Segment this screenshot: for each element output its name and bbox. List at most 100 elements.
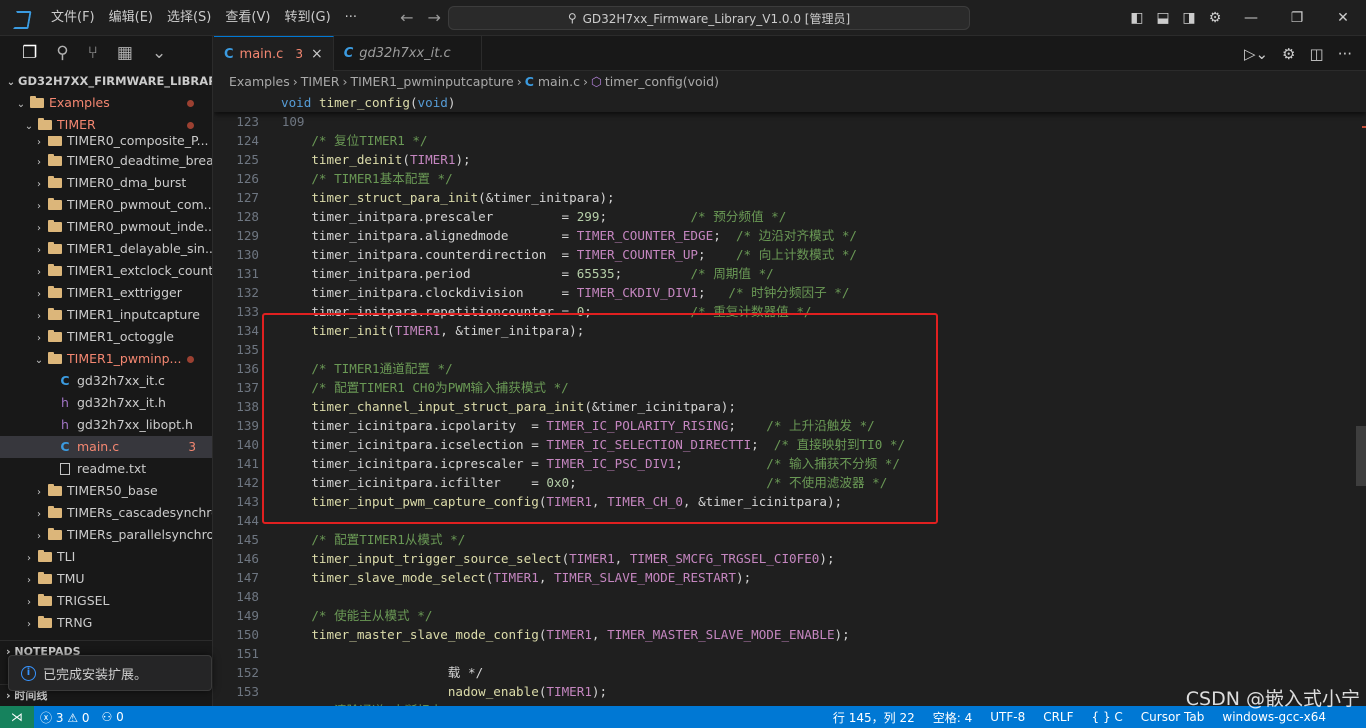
code-line[interactable]: 131 timer_initpara.period = 65535; /* 周期… — [214, 264, 1366, 283]
tree-folder[interactable]: › TIMER1_exttrigger — [0, 282, 212, 304]
tab-main-c[interactable]: C main.c 3 × — [214, 36, 334, 71]
tree-folder[interactable]: › TIMER0_dma_burst — [0, 172, 212, 194]
tree-folder[interactable]: › TIMER1_inputcapture — [0, 304, 212, 326]
tree-file[interactable]: readme.txt — [0, 458, 212, 480]
code-line[interactable]: 147 timer_slave_mode_select(TIMER1, TIME… — [214, 568, 1366, 587]
tree-folder[interactable]: › TMU — [0, 568, 212, 590]
end-of-line[interactable]: CRLF — [1037, 710, 1085, 724]
tree-folder[interactable]: › TIMER0_composite_P... — [0, 136, 212, 150]
more-actions-icon[interactable]: ··· — [1338, 45, 1352, 63]
settings-gear-icon[interactable]: ⚙ — [1282, 45, 1295, 63]
code-line[interactable]: 125 timer_deinit(TIMER1); — [214, 150, 1366, 169]
menu-edit[interactable]: 编辑(E) — [102, 0, 160, 36]
breadcrumb-item[interactable]: Examples — [229, 74, 290, 89]
tree-folder-open[interactable]: ⌄ TIMER1_pwminp... — [0, 348, 212, 370]
search-view-icon[interactable]: ⚲ — [56, 43, 68, 63]
code-line[interactable]: 127 timer_struct_para_init(&timer_initpa… — [214, 188, 1366, 207]
close-window-button[interactable]: ✕ — [1320, 0, 1366, 36]
code-line[interactable]: 130 timer_initpara.counterdirection = TI… — [214, 245, 1366, 264]
tree-file[interactable]: h gd32h7xx_it.h — [0, 392, 212, 414]
command-center[interactable]: ⚲ GD32H7xx_Firmware_Library_V1.0.0 [管理员] — [448, 6, 970, 30]
line-number: 135 — [236, 342, 259, 357]
tree-folder[interactable]: › TIMERs_parallelsynchro — [0, 524, 212, 546]
code-line[interactable]: 126 /* TIMER1基本配置 */ — [214, 169, 1366, 188]
menu-more[interactable]: ··· — [338, 0, 364, 36]
toggle-sidebar-icon[interactable]: ◧ — [1124, 10, 1150, 26]
c-file-icon: C — [343, 46, 354, 61]
menu-selection[interactable]: 选择(S) — [160, 0, 218, 36]
code-line[interactable]: 146 timer_input_trigger_source_select(TI… — [214, 549, 1366, 568]
tree-folder[interactable]: › TIMER1_extclock_count — [0, 260, 212, 282]
tree-folder[interactable]: › TIMER1_delayable_sin... — [0, 238, 212, 260]
scrollbar-thumb[interactable] — [1356, 426, 1366, 486]
remote-icon[interactable]: ⋊ — [0, 706, 34, 728]
code-line[interactable]: 129 timer_initpara.alignedmode = TIMER_C… — [214, 226, 1366, 245]
cursor-tab-status[interactable]: Cursor Tab — [1135, 710, 1217, 724]
breadcrumb-item[interactable]: TIMER1_pwminputcapture — [350, 74, 513, 89]
tree-folder-examples[interactable]: ⌄ Examples — [0, 92, 212, 114]
code-line[interactable]: 124 /* 复位TIMER1 */ — [214, 131, 1366, 150]
chevron-right-icon: › — [37, 509, 41, 520]
chevron-right-icon: › — [37, 531, 41, 542]
tree-file[interactable]: Cgd32h7xx_it.c — [0, 370, 212, 392]
folder-icon — [48, 220, 62, 232]
tree-folder[interactable]: › TIMERs_cascadesynchro — [0, 502, 212, 524]
back-arrow-icon[interactable]: ← — [400, 8, 413, 27]
tree-folder[interactable]: › TIMER1_octoggle — [0, 326, 212, 348]
code-line[interactable]: 150 timer_master_slave_mode_config(TIMER… — [214, 625, 1366, 644]
tree-folder[interactable]: › TLI — [0, 546, 212, 568]
menu-file[interactable]: 文件(F) — [44, 0, 102, 36]
problems-status[interactable]: ⓧ 3 ⚠ 0 — [34, 709, 96, 726]
code-line[interactable]: 152 载 */ — [214, 663, 1366, 682]
tree-root[interactable]: ⌄GD32H7XX_FIRMWARE_LIBRARY_V... — [0, 70, 212, 92]
code-line[interactable]: 149 /* 使能主从模式 */ — [214, 606, 1366, 625]
code-line[interactable]: 128 timer_initpara.prescaler = 299; /* 预… — [214, 207, 1366, 226]
tree-folder[interactable]: › TIMER0_pwmout_inde... — [0, 216, 212, 238]
line-number: 137 — [236, 380, 259, 395]
chevron-down-icon[interactable]: ⌄ — [152, 43, 166, 63]
cursor-position[interactable]: 行 145，列 22 — [827, 709, 927, 726]
code-line[interactable]: 145 /* 配置TIMER1从模式 */ — [214, 530, 1366, 549]
settings-gear-icon[interactable]: ⚙ — [1202, 10, 1228, 26]
config-status[interactable]: windows-gcc-x64 — [1216, 710, 1366, 724]
tree-folder[interactable]: › TRIGSEL — [0, 590, 212, 612]
menu-go[interactable]: 转到(G) — [277, 0, 337, 36]
language-mode[interactable]: { } C — [1086, 710, 1135, 724]
code-line[interactable]: 123 — [214, 112, 1366, 131]
code-text: /* 使能主从模式 */ — [311, 608, 433, 623]
breadcrumb-item[interactable]: TIMER — [301, 74, 340, 89]
code-line[interactable]: 151 — [214, 644, 1366, 663]
tree-folder[interactable]: › TIMER50_base — [0, 480, 212, 502]
c-file-icon: C — [60, 373, 70, 388]
encoding[interactable]: UTF-8 — [984, 710, 1037, 724]
tree-folder[interactable]: › TRNG — [0, 612, 212, 634]
tree-folder[interactable]: › TIMER0_pwmout_com... — [0, 194, 212, 216]
forward-arrow-icon[interactable]: → — [427, 8, 440, 27]
chevron-right-icon: › — [37, 157, 41, 168]
tree-folder-timer[interactable]: ⌄ TIMER — [0, 114, 212, 136]
breadcrumb-item[interactable]: main.c — [538, 74, 580, 89]
tree-folder[interactable]: › TIMER0_deadtime_break — [0, 150, 212, 172]
files-icon[interactable]: ❐ — [22, 43, 37, 63]
tree-file-selected[interactable]: Cmain.c 3 — [0, 436, 212, 458]
restore-button[interactable]: ❐ — [1274, 0, 1320, 36]
toggle-panel-icon[interactable]: ⬓ — [1150, 10, 1176, 26]
code-line[interactable]: 148 — [214, 587, 1366, 606]
notification-toast[interactable]: i 已完成安装扩展。 — [8, 655, 212, 691]
extensions-icon[interactable]: ▦ — [117, 43, 133, 63]
close-icon[interactable]: × — [311, 46, 323, 62]
ports-status[interactable]: ⚇ 0 — [96, 710, 130, 724]
chevron-right-icon: › — [37, 245, 41, 256]
tab-gd32h7xx-it-c[interactable]: C gd32h7xx_it.c — [334, 36, 482, 71]
run-debug-icon[interactable]: ▷⌄ — [1244, 45, 1268, 63]
toggle-secondary-sidebar-icon[interactable]: ◨ — [1176, 10, 1202, 26]
indentation[interactable]: 空格: 4 — [927, 709, 985, 726]
sticky-scroll-line[interactable]: 109 void timer_config(void) — [214, 93, 1366, 129]
minimize-button[interactable]: — — [1228, 0, 1274, 36]
source-control-icon[interactable]: ⑂ — [88, 43, 98, 63]
tree-file[interactable]: h gd32h7xx_libopt.h — [0, 414, 212, 436]
breadcrumb-item[interactable]: timer_config(void) — [605, 74, 719, 89]
code-line[interactable]: 132 timer_initpara.clockdivision = TIMER… — [214, 283, 1366, 302]
menu-view[interactable]: 查看(V) — [218, 0, 277, 36]
split-editor-icon[interactable]: ◫ — [1310, 45, 1324, 63]
